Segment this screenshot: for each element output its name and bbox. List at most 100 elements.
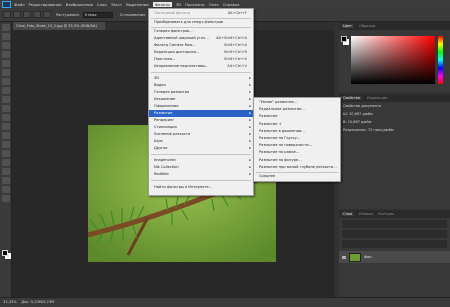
submenu-item-smart-blur[interactable]: "Умное" размытие... — [254, 99, 340, 106]
document-tab[interactable]: Olive_Foto_Stoke_10_2.jpg @ 33,3% (RGB/8… — [13, 22, 105, 30]
tab-swatches[interactable]: Образцы — [359, 24, 375, 28]
pen-tool-icon[interactable] — [1, 150, 10, 157]
shape-tool-icon[interactable] — [1, 177, 10, 184]
menu-item-liquify[interactable]: Пластика... Shift+Ctrl+X — [149, 56, 253, 63]
layer-filter-bar[interactable] — [342, 220, 447, 228]
menu-item-other[interactable]: Другое ▸ — [149, 145, 253, 152]
quick-select-tool-icon[interactable] — [1, 51, 10, 58]
menu-item-noise[interactable]: Шум ▸ — [149, 138, 253, 145]
menu-item-filter-gallery[interactable]: Галерея фильтров... — [149, 28, 253, 35]
menu-view[interactable]: Просмотр — [185, 2, 205, 7]
hue-slider[interactable] — [438, 36, 443, 84]
menu-item-distort[interactable]: Искажение ▸ — [149, 96, 253, 103]
submenu-item-shape-blur[interactable]: Размытие по фигуре... — [254, 157, 340, 164]
chevron-right-icon: ▸ — [249, 132, 251, 136]
history-brush-tool-icon[interactable] — [1, 105, 10, 112]
properties-panel-tabs: Свойства Коррекция — [339, 94, 450, 102]
menu-item-convert-smart[interactable]: Преобразовать для смарт-фильтров — [149, 19, 253, 26]
menu-item-camera-raw[interactable]: Фильтр Camera Raw... Shift+Ctrl+A — [149, 42, 253, 49]
path-select-tool-icon[interactable] — [1, 168, 10, 175]
menu-bar: Файл Редактирование Изображение Слои Тек… — [0, 0, 450, 8]
chevron-right-icon: ▸ — [249, 97, 251, 101]
zoom-tool-icon[interactable] — [1, 195, 10, 202]
menu-item-stylize[interactable]: Стилизация ▸ — [149, 124, 253, 131]
lock-controls-bar[interactable] — [342, 240, 447, 248]
marquee-tool-icon[interactable] — [1, 33, 10, 40]
submenu-item-motion-blur[interactable]: Размытие в движении... — [254, 128, 340, 135]
menu-edit[interactable]: Редактирование — [29, 2, 62, 7]
menu-item-adaptive-wide[interactable]: Адаптивный широкий угол... Alt+Shift+Ctrl… — [149, 35, 253, 42]
foreground-color-swatch[interactable] — [2, 250, 8, 256]
menu-item-3d[interactable]: 3D ▸ — [149, 75, 253, 82]
menu-filter[interactable]: Фильтр — [152, 1, 172, 7]
menu-item-vanishing-point[interactable]: Исправление перспективы... Alt+Ctrl+V — [149, 63, 253, 70]
menu-item-last-filter[interactable]: Последний фильтр Alt+Ctrl+F — [149, 10, 253, 17]
stamp-tool-icon[interactable] — [1, 96, 10, 103]
tools-panel — [0, 22, 12, 297]
menu-item-sharpen[interactable]: Усиление резкости ▸ — [149, 131, 253, 138]
submenu-item-blur-more[interactable]: Размытие + — [254, 121, 340, 128]
marquee-tool-preset-button[interactable] — [3, 11, 11, 18]
tab-layers[interactable]: Слои — [341, 212, 355, 216]
submenu-item-blur[interactable]: Размытие — [254, 113, 340, 120]
healing-tool-icon[interactable] — [1, 78, 10, 85]
type-tool-icon[interactable] — [1, 159, 10, 166]
gradient-tool-icon[interactable] — [1, 123, 10, 130]
feather-input[interactable]: 0 пикс — [82, 11, 113, 18]
menu-window[interactable]: Окно — [209, 2, 219, 7]
menu-3d[interactable]: 3D — [176, 2, 181, 7]
menu-help[interactable]: Справка — [223, 2, 240, 7]
tab-corrections[interactable]: Коррекция — [367, 96, 387, 100]
dodge-tool-icon[interactable] — [1, 141, 10, 148]
color-panel — [339, 30, 450, 92]
smoothing-label[interactable]: Сглаживание — [120, 13, 146, 17]
crop-tool-icon[interactable] — [1, 60, 10, 67]
color-picker-field[interactable] — [351, 36, 435, 84]
menu-item-find-online[interactable]: Найти фильтры в Интернете... — [149, 184, 253, 191]
chevron-right-icon: ▸ — [249, 158, 251, 162]
menu-image[interactable]: Изображение — [66, 2, 93, 7]
menu-item-imagenomic[interactable]: Imagenomic ▸ — [149, 157, 253, 164]
menu-item-nik[interactable]: Nik Collection ▸ — [149, 164, 253, 171]
layer-thumbnail — [349, 252, 361, 262]
chevron-right-icon: ▸ — [249, 165, 251, 169]
submenu-item-gaussian-blur[interactable]: Размытие по Гауссу... — [254, 135, 340, 142]
menu-select[interactable]: Выделение — [126, 2, 149, 7]
eraser-tool-icon[interactable] — [1, 114, 10, 121]
submenu-item-radial-blur[interactable]: Радиальное размытие... — [254, 106, 340, 113]
document-resolution: Разрешение: 72 пикс/дюйм — [343, 128, 394, 132]
new-selection-button[interactable] — [13, 11, 21, 18]
blend-mode-bar[interactable] — [342, 230, 447, 238]
menu-type[interactable]: Текст — [111, 2, 122, 7]
menu-item-blur[interactable]: Размытие ▸ — [149, 110, 253, 117]
tab-properties[interactable]: Свойства — [341, 96, 363, 100]
intersect-selection-button[interactable] — [43, 11, 51, 18]
zoom-level[interactable]: 33,33% — [3, 300, 17, 304]
move-tool-icon[interactable] — [1, 24, 10, 31]
menu-layers[interactable]: Слои — [97, 2, 107, 7]
panel-foreground-swatch[interactable] — [341, 36, 347, 42]
visibility-eye-icon[interactable] — [342, 255, 346, 259]
layer-row-background[interactable]: Фон — [339, 251, 450, 263]
blur-tool-icon[interactable] — [1, 132, 10, 139]
menu-item-blur-gallery[interactable]: Галерея размытия ▸ — [149, 89, 253, 96]
submenu-item-lens-blur[interactable]: Размытие при малой глубине резкости... — [254, 164, 340, 171]
add-selection-button[interactable] — [23, 11, 31, 18]
menu-file[interactable]: Файл — [14, 2, 25, 7]
lasso-tool-icon[interactable] — [1, 42, 10, 49]
subtract-selection-button[interactable] — [33, 11, 41, 18]
tab-paths[interactable]: Контуры — [378, 212, 394, 216]
menu-item-render[interactable]: Оформление ▸ — [149, 103, 253, 110]
menu-item-render2[interactable]: Рендеринг ▸ — [149, 117, 253, 124]
submenu-item-average[interactable]: Среднее — [254, 173, 340, 180]
hand-tool-icon[interactable] — [1, 186, 10, 193]
tab-channels[interactable]: Каналы — [359, 212, 373, 216]
eyedropper-tool-icon[interactable] — [1, 69, 10, 76]
tab-color[interactable]: Цвет — [341, 24, 354, 28]
brush-tool-icon[interactable] — [1, 87, 10, 94]
menu-item-redfield[interactable]: Redfield ▸ — [149, 171, 253, 178]
submenu-item-box-blur[interactable]: Размытие по рамке... — [254, 149, 340, 156]
submenu-item-surface-blur[interactable]: Размытие по поверхности... — [254, 142, 340, 149]
menu-item-lens-correction[interactable]: Коррекция дисторсии... Shift+Ctrl+R — [149, 49, 253, 56]
menu-item-video[interactable]: Видео ▸ — [149, 82, 253, 89]
